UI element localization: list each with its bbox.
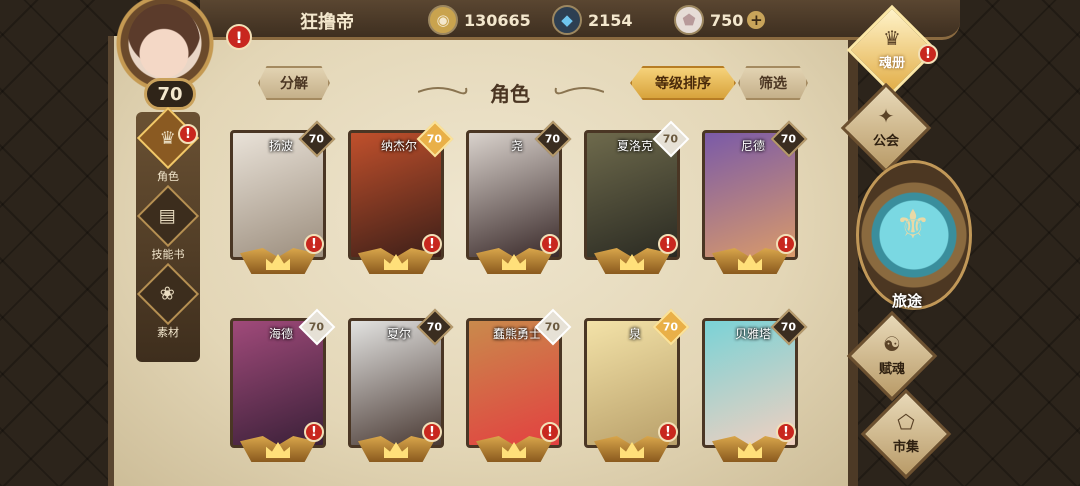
character-level: 70 bbox=[781, 132, 797, 146]
nav-label: 公会 bbox=[872, 133, 899, 149]
sidebar-tab-label: 角色 bbox=[157, 170, 179, 183]
gold-amount: 130665 bbox=[464, 10, 531, 30]
pink-gem-icon: ⬟ bbox=[674, 5, 704, 35]
character-level: 70 bbox=[663, 320, 679, 334]
journey-icon: ⚜ bbox=[895, 202, 931, 248]
sidebar-tab-material[interactable]: ❀ 素材 bbox=[136, 262, 200, 344]
character-card[interactable]: 扬波 70! bbox=[230, 120, 336, 278]
gold-coin-icon: ◉ bbox=[428, 5, 458, 35]
character-level: 70 bbox=[309, 132, 325, 146]
card-alert-icon: ! bbox=[422, 234, 442, 254]
character-level: 70 bbox=[545, 132, 561, 146]
character-level: 70 bbox=[427, 132, 443, 146]
material-icon: ❀ bbox=[136, 262, 200, 326]
avatar[interactable] bbox=[128, 4, 200, 80]
card-alert-icon: ! bbox=[658, 422, 678, 442]
character-level: 70 bbox=[663, 132, 679, 146]
card-alert-icon: ! bbox=[304, 234, 324, 254]
soul-infuse-icon: ☯ bbox=[883, 331, 901, 356]
character-card[interactable]: 纳杰尔 70! bbox=[348, 120, 454, 278]
card-alert-icon: ! bbox=[304, 422, 324, 442]
player-name: 狂撸帝 bbox=[300, 12, 354, 33]
nav-label: 市集 bbox=[892, 439, 919, 455]
nav-market[interactable]: ⬠ 市集 bbox=[860, 388, 952, 480]
gem-amount: 750 bbox=[710, 10, 744, 30]
character-level: 70 bbox=[781, 320, 797, 334]
character-card[interactable]: 海德 70! bbox=[230, 308, 336, 466]
gem-currency: ⬟ 750 + bbox=[674, 4, 766, 36]
blue-crystal-icon: ◆ bbox=[552, 5, 582, 35]
character-card[interactable]: 夏尔 70! bbox=[348, 308, 454, 466]
soul-book-icon: ♛ bbox=[883, 25, 901, 50]
soul-book-alert-icon: ! bbox=[918, 44, 938, 64]
sidebar-tab-label: 技能书 bbox=[151, 248, 185, 261]
character-card[interactable]: 泉 70! bbox=[584, 308, 690, 466]
character-card[interactable]: 贝雅塔 70! bbox=[702, 308, 808, 466]
skill-book-icon: ▤ bbox=[136, 184, 200, 248]
market-icon: ⬠ bbox=[897, 409, 915, 434]
character-card[interactable]: 夏洛克 70! bbox=[584, 120, 690, 278]
sidebar-tab-skill-book[interactable]: ▤ 技能书 bbox=[136, 184, 200, 266]
decompose-button[interactable]: 分解 bbox=[258, 66, 330, 100]
character-card[interactable]: 蠢熊勇士 70! bbox=[466, 308, 572, 466]
character-card[interactable]: 尧 70! bbox=[466, 120, 572, 278]
nav-label: 魂册 bbox=[878, 55, 905, 71]
card-alert-icon: ! bbox=[422, 422, 442, 442]
avatar-alert-icon: ! bbox=[226, 24, 252, 50]
card-alert-icon: ! bbox=[658, 234, 678, 254]
nav-journey-label: 旅途 bbox=[892, 292, 923, 310]
character-level: 70 bbox=[427, 320, 443, 334]
gold-currency: ◉ 130665 bbox=[428, 4, 531, 36]
card-alert-icon: ! bbox=[540, 422, 560, 442]
sort-by-level-button[interactable]: 等级排序 bbox=[630, 66, 736, 100]
add-gem-button[interactable]: + bbox=[747, 11, 766, 29]
crystal-amount: 2154 bbox=[588, 10, 633, 30]
card-alert-icon: ! bbox=[776, 422, 796, 442]
character-level: 70 bbox=[309, 320, 325, 334]
sidebar-tab-label: 素材 bbox=[157, 326, 179, 339]
card-alert-icon: ! bbox=[540, 234, 560, 254]
page-title: 角色 bbox=[490, 82, 530, 106]
nav-soul-infuse[interactable]: ☯ 赋魂 bbox=[846, 310, 938, 402]
character-tab-alert-icon: ! bbox=[178, 124, 198, 144]
card-alert-icon: ! bbox=[776, 234, 796, 254]
character-card[interactable]: 尼德 70! bbox=[702, 120, 808, 278]
filter-button[interactable]: 筛选 bbox=[738, 66, 808, 100]
player-level-badge: 70 bbox=[144, 78, 196, 110]
character-level: 70 bbox=[545, 320, 561, 334]
crystal-currency: ◆ 2154 bbox=[552, 4, 633, 36]
nav-label: 赋魂 bbox=[878, 361, 905, 377]
guild-icon: ✦ bbox=[877, 103, 895, 128]
